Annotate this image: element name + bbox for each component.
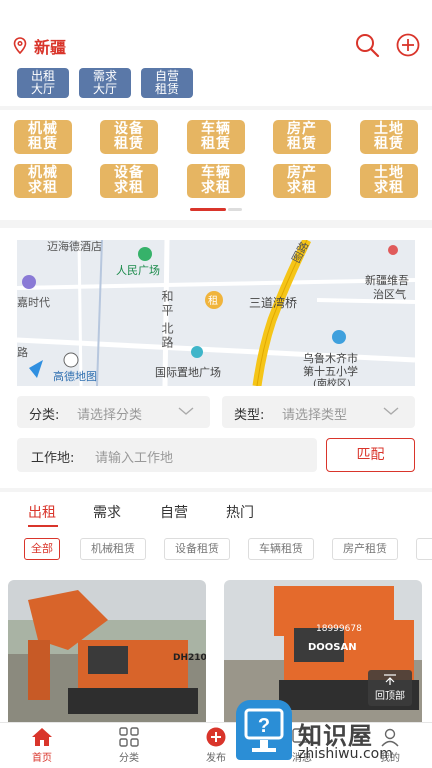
category-property-wanted[interactable]: 房产 求租 — [273, 164, 331, 198]
page-indicator — [190, 208, 242, 212]
add-circle-icon — [206, 727, 226, 747]
category-grid: 机械 租赁 设备 租赁 车辆 租赁 房产 租赁 土地 租赁 机械 求租 设备 求… — [0, 110, 432, 220]
category-select[interactable]: 分类: 请选择分类 — [17, 396, 210, 428]
filter-property[interactable]: 房产租赁 — [332, 538, 398, 560]
page-indicator-inactive — [228, 208, 242, 211]
category-equipment-rent[interactable]: 设备 租赁 — [100, 120, 158, 154]
map-label-xinjiang-2: 治区气 — [373, 288, 406, 301]
map-filter-section: 迈海德酒店 人民广场 和平 北路 租 三道湾桥 新疆维吾 治区气 嘉时代 高德地… — [0, 228, 432, 488]
map-label-jiashidai: 嘉时代 — [17, 296, 50, 309]
hall-shortcuts: 出租 大厅 需求 大厅 自营 租赁 — [0, 64, 432, 106]
map-label-school-3: (南校区) — [313, 379, 351, 386]
workplace-label: 工作地: — [31, 451, 75, 466]
map-label-guoji: 国际置地广场 — [155, 366, 221, 379]
map-label-hotel: 迈海德酒店 — [47, 240, 102, 253]
nav-home-label: 首页 — [32, 753, 52, 764]
map-label-sandao-bridge: 三道湾桥 — [249, 296, 298, 310]
category-select-placeholder: 请选择分类 — [77, 408, 143, 423]
page-indicator-active — [190, 208, 226, 211]
listing-brand: DH210 — [173, 653, 206, 663]
filter-vehicle[interactable]: 车辆租赁 — [248, 538, 314, 560]
grid-icon — [119, 727, 139, 747]
category-vehicle-wanted[interactable]: 车辆 求租 — [187, 164, 245, 198]
workplace-placeholder: 请输入工作地 — [95, 451, 174, 466]
nav-category-label: 分类 — [119, 753, 139, 764]
map-label-road-a: 路 — [17, 346, 28, 359]
add-circle-icon[interactable] — [395, 32, 421, 58]
search-icon[interactable] — [354, 32, 380, 58]
filter-all[interactable]: 全部 — [24, 538, 60, 560]
arrow-up-icon — [384, 674, 396, 685]
listing-card[interactable]: DH210 — [8, 580, 206, 728]
category-machinery-wanted[interactable]: 机械 求租 — [14, 164, 72, 198]
map-label-hepingbei-2: 北路 — [160, 322, 174, 350]
category-land-wanted[interactable]: 土地 求租 — [360, 164, 418, 198]
top-bar: 新疆 — [0, 0, 432, 64]
tab-active-indicator — [28, 525, 58, 527]
category-vehicle-rent[interactable]: 车辆 租赁 — [187, 120, 245, 154]
map-label-people-square: 人民广场 — [116, 264, 160, 277]
chevron-down-icon — [178, 407, 194, 415]
listing-brand: DOOSAN — [308, 642, 357, 653]
type-select-label: 类型: — [234, 408, 265, 423]
map-view[interactable]: 迈海德酒店 人民广场 和平 北路 租 三道湾桥 新疆维吾 治区气 嘉时代 高德地… — [17, 240, 415, 386]
tab-self-operated[interactable]: 自营 — [160, 502, 188, 522]
nav-category[interactable]: 分类 — [99, 725, 159, 767]
nav-home[interactable]: 首页 — [12, 725, 72, 767]
type-select[interactable]: 类型: 请选择类型 — [222, 396, 415, 428]
category-property-rent[interactable]: 房产 租赁 — [273, 120, 331, 154]
monitor-question-icon: ? — [244, 708, 284, 752]
watermark-help-badge: ? — [236, 700, 292, 760]
tab-demand[interactable]: 需求 — [93, 502, 121, 522]
filter-machinery[interactable]: 机械租赁 — [80, 538, 146, 560]
location-label: 新疆 — [34, 38, 67, 57]
home-icon — [32, 728, 52, 746]
type-select-placeholder: 请选择类型 — [282, 408, 348, 423]
app-screen: 新疆 出租 大厅 需求 大厅 自营 租赁 机械 租赁 设备 租赁 车辆 租赁 房… — [0, 0, 432, 768]
category-land-rent[interactable]: 土地 租赁 — [360, 120, 418, 154]
category-machinery-rent[interactable]: 机械 租赁 — [14, 120, 72, 154]
user-icon — [381, 728, 399, 747]
location-pin-icon — [13, 37, 27, 55]
back-to-top-button[interactable]: 回顶部 — [368, 670, 412, 706]
listing-plate: 18999678 — [316, 624, 362, 634]
match-button[interactable]: 匹配 — [326, 438, 415, 472]
watermark-url: zhishiwu.com — [298, 746, 393, 762]
chevron-down-icon — [383, 407, 399, 415]
tab-rent[interactable]: 出租 — [28, 502, 56, 522]
filter-more[interactable] — [416, 538, 432, 560]
back-to-top-label: 回顶部 — [375, 691, 405, 702]
rental-hall-button[interactable]: 出租 大厅 — [17, 68, 69, 98]
map-label-hepingbei: 和平 — [160, 290, 174, 318]
map-rent-marker[interactable]: 租 — [208, 292, 218, 307]
workplace-input[interactable]: 工作地: 请输入工作地 — [17, 438, 317, 472]
filter-equipment[interactable]: 设备租赁 — [164, 538, 230, 560]
tab-hot[interactable]: 热门 — [226, 502, 254, 522]
self-operated-rental-button[interactable]: 自营 租赁 — [141, 68, 193, 98]
map-gaode-logo: 高德地图 — [53, 370, 97, 383]
location-selector[interactable]: 新疆 — [12, 34, 66, 58]
svg-text:?: ? — [258, 715, 270, 737]
category-select-label: 分类: — [29, 408, 60, 423]
demand-hall-button[interactable]: 需求 大厅 — [79, 68, 131, 98]
category-equipment-wanted[interactable]: 设备 求租 — [100, 164, 158, 198]
